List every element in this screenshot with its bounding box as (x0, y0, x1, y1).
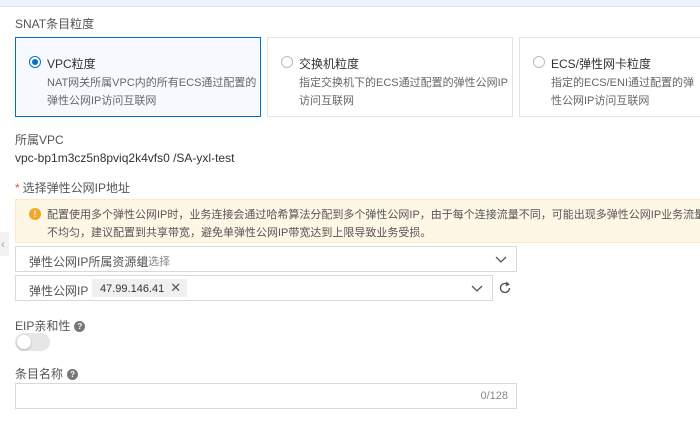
eip-warning-alert: ! 配置使用多个弹性公网IP时，业务连接会通过哈希算法分配到多个弹性公网IP，由… (15, 199, 700, 243)
refresh-icon[interactable] (498, 281, 512, 295)
option-title: 交换机粒度 (299, 57, 360, 71)
select-placeholder: 请选择 (137, 256, 170, 268)
select-label: 弹性公网IP所属资源组 (29, 255, 149, 269)
option-title: ECS/弹性网卡粒度 (551, 57, 652, 71)
selected-ip-tag: 47.99.146.41 ✕ (92, 279, 188, 297)
granularity-option-vswitch[interactable]: 交换机粒度 指定交换机下的ECS通过配置的弹性公网IP访问互联网 (267, 37, 513, 117)
eip-required-label: * 选择弹性公网IP地址 (15, 179, 130, 196)
eip-label-text: 选择弹性公网IP地址 (22, 181, 131, 195)
option-description: 指定的ECS/ENI通过配置的弹性公网IP访问互联网 (551, 77, 695, 107)
vpc-label: 所属VPC (15, 133, 64, 147)
alert-message: 配置使用多个弹性公网IP时，业务连接会通过哈希算法分配到多个弹性公网IP，由于每… (47, 209, 700, 239)
eip-affinity-label: EIP亲和性? (15, 317, 86, 334)
option-description: 指定交换机下的ECS通过配置的弹性公网IP访问互联网 (299, 77, 509, 107)
option-description: NAT网关所属VPC内的所有ECS通过配置的弹性公网IP访问互联网 (47, 77, 257, 107)
help-icon[interactable]: ? (74, 321, 86, 333)
help-icon[interactable]: ? (67, 369, 79, 381)
eip-select[interactable]: 弹性公网IP 47.99.146.41 ✕ (15, 275, 493, 301)
affinity-label-text: EIP亲和性 (15, 319, 71, 333)
side-collapse-handle[interactable]: ‹ (0, 232, 9, 256)
chevron-down-icon (471, 285, 483, 292)
eip-resource-group-select[interactable]: 弹性公网IP所属资源组 请选择 (15, 246, 517, 272)
top-banner-strip (0, 0, 700, 7)
toggle-knob (17, 335, 31, 349)
entry-name-input[interactable]: 0/128 (15, 383, 517, 409)
entry-name-label-text: 条目名称 (15, 367, 64, 381)
granularity-option-vpc[interactable]: VPC粒度 NAT网关所属VPC内的所有ECS通过配置的弹性公网IP访问互联网 (15, 37, 261, 117)
warning-icon: ! (29, 208, 41, 220)
radio-icon[interactable] (533, 56, 545, 68)
vpc-value: vpc-bp1m3cz5n8pviq2k4vfs0 /SA-yxl-test (15, 151, 235, 165)
char-counter: 0/128 (480, 390, 508, 402)
close-icon[interactable]: ✕ (170, 279, 181, 297)
eip-affinity-toggle[interactable] (15, 333, 50, 351)
granularity-option-ecs-eni[interactable]: ECS/弹性网卡粒度 指定的ECS/ENI通过配置的弹性公网IP访问互联网 (519, 37, 700, 117)
required-asterisk: * (15, 181, 20, 195)
collapse-arrow-icon: ‹ (1, 237, 5, 251)
tag-text: 47.99.146.41 (100, 283, 165, 295)
entry-name-label: 条目名称? (15, 365, 79, 382)
select-label: 弹性公网IP (29, 284, 89, 298)
snat-granularity-label: SNAT条目粒度 (15, 17, 95, 31)
radio-icon[interactable] (281, 56, 293, 68)
chevron-down-icon (495, 256, 507, 263)
option-title: VPC粒度 (47, 57, 96, 71)
radio-icon[interactable] (29, 56, 41, 68)
